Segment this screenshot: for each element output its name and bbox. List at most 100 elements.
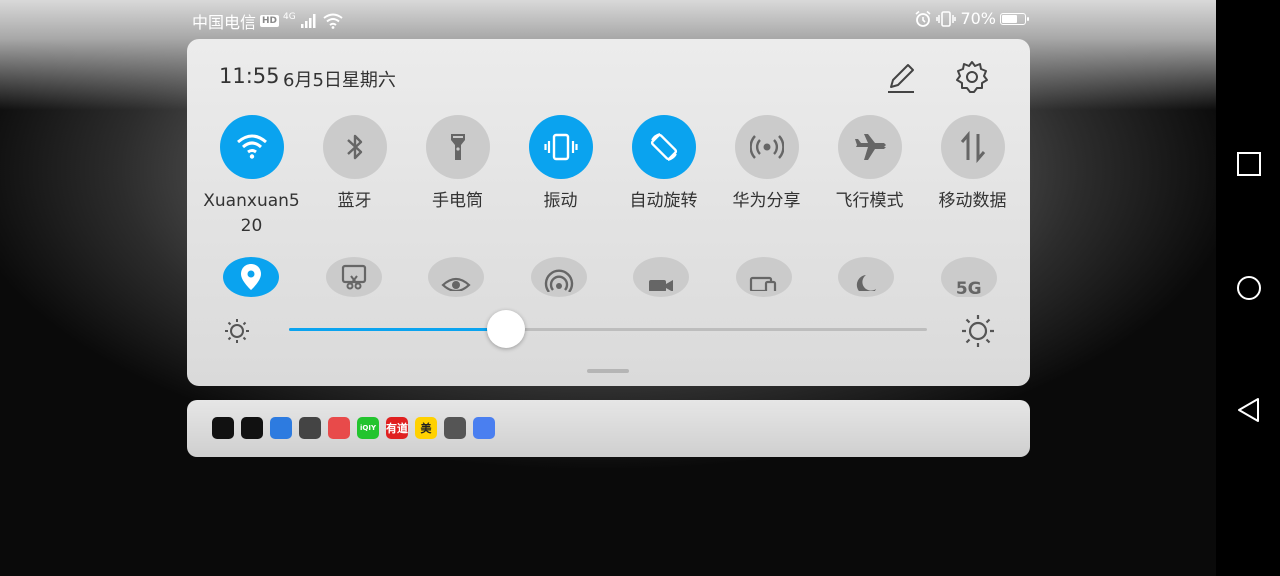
status-right: 70% [914,9,1029,28]
iqiyi-icon-text: iQIY [359,424,377,432]
tile-wifi-button[interactable] [219,115,284,179]
tile-bluetooth[interactable]: 蓝牙 [303,115,406,239]
tile-5g[interactable]: 5G [918,257,1021,297]
notification-icons-bar[interactable]: iQIY 有道美 [187,400,1030,457]
clock-time[interactable]: 11:55 [219,64,280,88]
meituan-icon-text: 美 [420,422,432,435]
youdao-icon-text: 有道 [386,422,408,435]
back-icon[interactable] [1236,397,1262,423]
tile-flashlight[interactable]: 手电筒 [406,115,509,239]
navigation-bar [1216,0,1280,576]
gear-icon[interactable] [954,59,990,95]
tile-airplane-label: 飞行模式 [835,191,904,211]
wifi-icon [323,13,343,29]
vibrate-icon [543,133,578,161]
panel-drag-handle[interactable] [587,369,629,373]
5g-icon: 5G [955,279,982,297]
tile-5g-button[interactable]: 5G [940,257,997,297]
hotspot-icon [544,269,573,292]
bluetooth-icon [346,134,362,160]
sun-high-icon [962,315,994,347]
dark-mode-icon [857,275,877,291]
tile-auto-rotate-button[interactable] [631,115,696,179]
brightness-slider-fill [289,328,506,331]
tile-dark-mode[interactable] [815,257,918,297]
tiktok-icon [241,417,263,439]
tile-vibrate-label: 振动 [543,191,578,211]
tile-huawei-share[interactable]: 华为分享 [715,115,818,239]
quick-settings-panel: 11:55 6月5日星期六 Xuanxuan520 蓝牙 手电筒 振动 自动旋转… [187,39,1030,386]
music-icon [473,417,495,439]
status-left: 中国电信 HD 4G [192,9,344,33]
tile-screenshot[interactable] [303,257,406,297]
multi-screen-icon [749,276,776,291]
signal-icon [300,14,316,28]
tile-bluetooth-label: 蓝牙 [337,191,372,211]
capcut-icon [212,417,234,439]
alarm-icon [915,10,931,27]
location-icon [241,264,262,290]
notification-app-icons: iQIY 有道美 [212,417,495,439]
home-icon[interactable] [1236,275,1262,301]
carrier-label: 中国电信 [192,13,257,32]
tile-flashlight-button[interactable] [425,115,490,179]
recent-apps-icon[interactable] [1236,151,1262,177]
sun-low-icon [225,319,249,343]
tile-multi-screen[interactable] [713,257,816,297]
tile-vibrate[interactable]: 振动 [509,115,612,239]
battery-icon [1000,12,1029,25]
tile-vibrate-button[interactable] [528,115,593,179]
wechat-icon [444,417,466,439]
wifi-icon [236,134,267,159]
iqiyi-icon: iQIY [357,417,379,439]
tile-wifi[interactable]: Xuanxuan520 [200,115,303,239]
tile-mobile-data-button[interactable] [940,115,1005,179]
auto-rotate-icon [650,133,677,161]
brightness-slider-thumb[interactable] [486,310,525,348]
tile-location[interactable] [200,257,303,297]
reader-icon [328,417,350,439]
brightness-slider-track[interactable] [289,310,927,348]
tile-huawei-share-button[interactable] [734,115,799,179]
meituan-icon: 美 [415,417,437,439]
tile-eye-comfort-button[interactable] [428,257,485,297]
tile-multi-screen-button[interactable] [735,257,792,297]
browser-icon [270,417,292,439]
tile-screen-record[interactable] [610,257,713,297]
tile-hotspot[interactable] [508,257,611,297]
hd-badge: HD [260,15,280,27]
network-type-label: 4G [283,12,296,22]
vibrate-icon [936,10,957,27]
clock-date[interactable]: 6月5日星期六 [283,66,396,92]
airplane-icon [854,134,886,160]
quick-tiles-row-2: 5G [200,257,1020,297]
status-bar: 中国电信 HD 4G 70% [0,0,1216,38]
screen-record-icon [649,280,674,291]
tile-hotspot-button[interactable] [530,257,587,297]
tile-bluetooth-button[interactable] [322,115,387,179]
pencil-icon[interactable] [883,59,919,95]
battery-fill [1002,14,1017,23]
tile-airplane[interactable]: 飞行模式 [818,115,921,239]
tile-auto-rotate-label: 自动旋转 [629,191,698,211]
tile-location-button[interactable] [223,257,280,297]
brightness-control [187,309,1030,351]
tile-huawei-share-label: 华为分享 [732,191,801,211]
tile-flashlight-label: 手电筒 [432,191,483,211]
mobile-data-icon [960,131,985,163]
youdao-icon: 有道 [386,417,408,439]
eye-comfort-icon [441,277,471,291]
tile-screen-record-button[interactable] [633,257,690,297]
tile-airplane-button[interactable] [837,115,902,179]
battery-percent: 70% [960,9,996,28]
tile-eye-comfort[interactable] [405,257,508,297]
tile-mobile-data[interactable]: 移动数据 [921,115,1024,239]
tile-wifi-label: Xuanxuan520 [203,191,300,236]
flashlight-icon [450,134,465,160]
tile-dark-mode-button[interactable] [838,257,895,297]
tile-auto-rotate[interactable]: 自动旋转 [612,115,715,239]
qq-icon [299,417,321,439]
screenshot-icon [341,264,366,290]
tile-mobile-data-label: 移动数据 [938,191,1007,211]
tile-screenshot-button[interactable] [325,257,382,297]
